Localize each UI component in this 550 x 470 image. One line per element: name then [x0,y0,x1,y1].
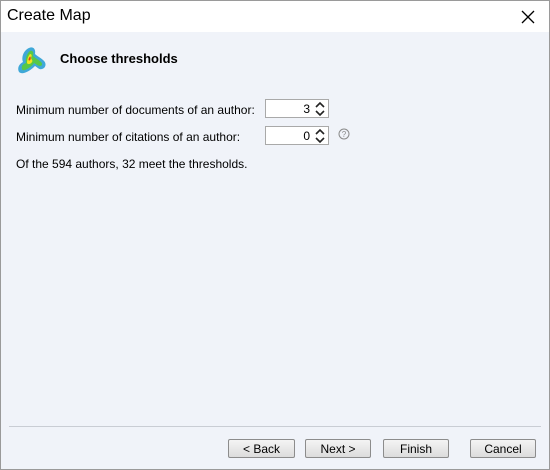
min-citations-label: Minimum number of citations of an author… [16,130,241,144]
window-title: Create Map [7,7,91,24]
min-documents-spinner[interactable]: 3 [265,99,329,118]
back-button[interactable]: < Back [228,439,295,458]
spinner-arrows-icon[interactable] [314,101,326,117]
min-citations-spinner[interactable]: 0 [265,126,329,145]
help-icon[interactable]: ? [338,128,350,140]
threshold-summary: Of the 594 authors, 32 meet the threshol… [16,157,248,171]
finish-button[interactable]: Finish [383,439,449,458]
footer-separator [9,426,541,427]
close-button[interactable] [515,5,541,29]
cancel-button[interactable]: Cancel [470,439,536,458]
wizard-header: Choose thresholds [1,32,549,88]
density-map-icon [18,47,46,74]
close-icon [521,10,535,24]
create-map-dialog: Create Map Choose thresholds Minimum num… [0,0,550,470]
spinner-arrows-icon[interactable] [314,128,326,144]
min-documents-label: Minimum number of documents of an author… [16,103,255,117]
svg-text:?: ? [342,130,347,139]
page-title: Choose thresholds [60,51,178,66]
min-documents-value: 3 [303,102,310,116]
title-bar: Create Map [1,1,549,32]
next-button[interactable]: Next > [305,439,371,458]
min-citations-value: 0 [303,129,310,143]
